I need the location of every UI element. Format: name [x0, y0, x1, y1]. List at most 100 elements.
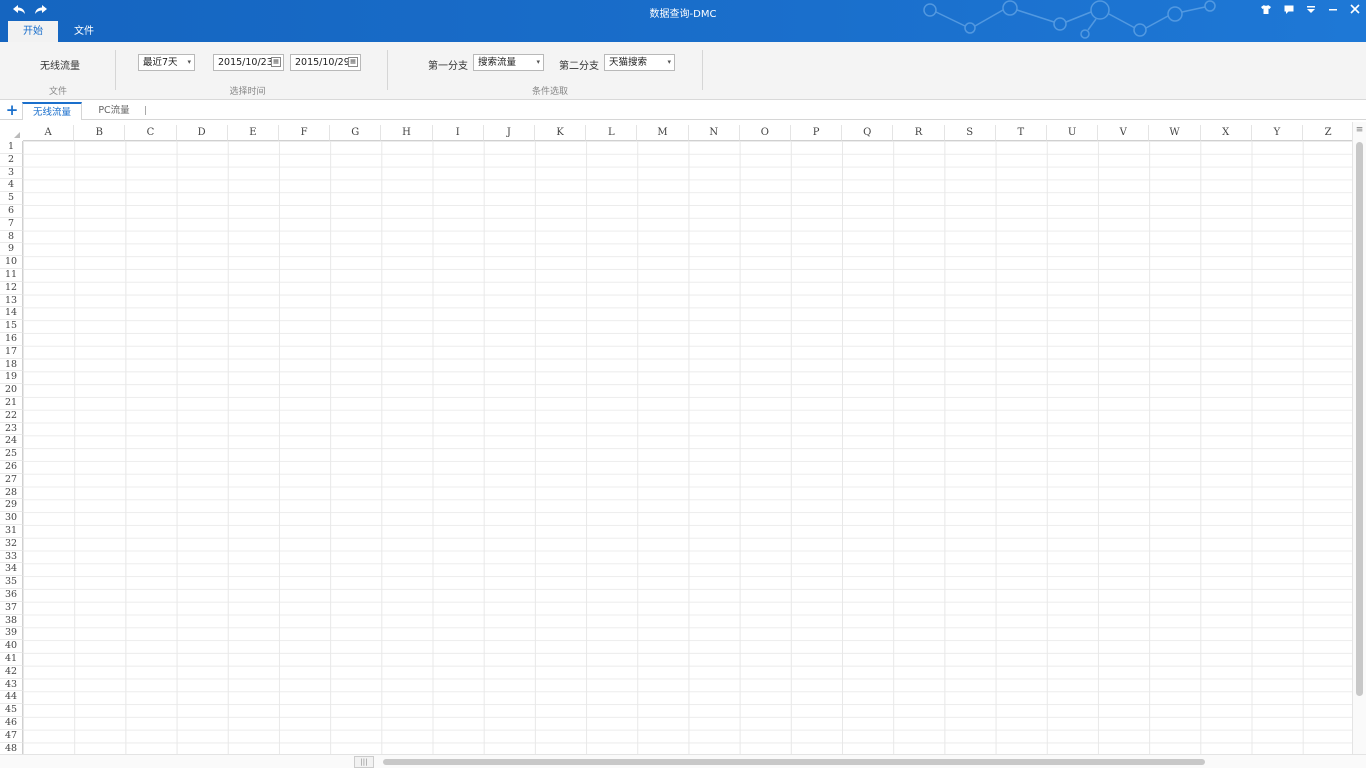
row-header[interactable]: 46: [0, 717, 23, 730]
column-header[interactable]: I: [432, 125, 484, 141]
column-header[interactable]: X: [1200, 125, 1252, 141]
select-all-corner[interactable]: [0, 125, 23, 141]
time-range-select[interactable]: 最近7天 ▾: [138, 54, 195, 71]
row-header[interactable]: 19: [0, 371, 23, 385]
row-header[interactable]: 2: [0, 153, 23, 167]
branch1-select[interactable]: 搜索流量 ▾: [473, 54, 544, 71]
row-header[interactable]: 31: [0, 525, 23, 538]
row-header[interactable]: 34: [0, 563, 23, 577]
column-header[interactable]: K: [535, 125, 587, 141]
row-header[interactable]: 13: [0, 294, 23, 308]
row-header[interactable]: 25: [0, 448, 23, 461]
split-grip-icon[interactable]: |||: [354, 756, 374, 768]
column-header[interactable]: C: [125, 125, 177, 141]
column-header[interactable]: A: [23, 125, 75, 141]
row-header[interactable]: 36: [0, 589, 23, 602]
dropdown-menu-icon[interactable]: [1302, 3, 1320, 19]
calendar-icon[interactable]: ▦: [348, 57, 358, 67]
row-header[interactable]: 4: [0, 179, 23, 193]
row-header[interactable]: 11: [0, 269, 23, 282]
row-header[interactable]: 28: [0, 486, 23, 500]
row-header[interactable]: 47: [0, 729, 23, 743]
column-header[interactable]: Z: [1303, 125, 1352, 141]
row-header[interactable]: 38: [0, 614, 23, 628]
row-header[interactable]: 7: [0, 217, 23, 231]
row-header[interactable]: 15: [0, 320, 23, 333]
sheet-tab-pc[interactable]: PC流量: [92, 102, 136, 120]
row-header[interactable]: 3: [0, 166, 23, 180]
column-header[interactable]: E: [227, 125, 279, 141]
undo-icon[interactable]: [11, 4, 27, 18]
row-header[interactable]: 41: [0, 653, 23, 666]
row-header[interactable]: 12: [0, 281, 23, 295]
row-header[interactable]: 23: [0, 422, 23, 436]
column-header[interactable]: P: [791, 125, 843, 141]
row-header[interactable]: 32: [0, 537, 23, 551]
column-header[interactable]: T: [995, 125, 1047, 141]
row-header[interactable]: 17: [0, 345, 23, 359]
column-header[interactable]: Q: [842, 125, 894, 141]
column-header[interactable]: G: [330, 125, 382, 141]
wireless-traffic-button[interactable]: 无线流量: [40, 57, 80, 72]
column-header[interactable]: B: [74, 125, 126, 141]
column-header[interactable]: U: [1047, 125, 1099, 141]
row-header[interactable]: 26: [0, 461, 23, 474]
cell-area[interactable]: [23, 141, 1352, 754]
branch2-select[interactable]: 天猫搜索 ▾: [604, 54, 675, 71]
column-header[interactable]: F: [279, 125, 331, 141]
column-header[interactable]: S: [944, 125, 996, 141]
skin-icon[interactable]: [1257, 3, 1275, 19]
vertical-scrollbar[interactable]: ≡: [1352, 122, 1366, 754]
column-header[interactable]: H: [381, 125, 433, 141]
end-date-input[interactable]: 2015/10/29 ▦: [290, 54, 361, 71]
row-header[interactable]: 24: [0, 435, 23, 449]
row-header[interactable]: 18: [0, 358, 23, 372]
row-header[interactable]: 14: [0, 307, 23, 321]
column-header[interactable]: M: [637, 125, 689, 141]
column-header[interactable]: Y: [1251, 125, 1303, 141]
start-date-input[interactable]: 2015/10/23 ▦: [213, 54, 284, 71]
minimize-icon[interactable]: [1324, 3, 1342, 19]
column-header[interactable]: L: [586, 125, 638, 141]
vertical-scroll-thumb[interactable]: [1356, 142, 1363, 696]
row-header[interactable]: 10: [0, 256, 23, 269]
calendar-icon[interactable]: ▦: [271, 57, 281, 67]
row-header[interactable]: 35: [0, 576, 23, 589]
row-header[interactable]: 45: [0, 704, 23, 717]
row-header[interactable]: 22: [0, 409, 23, 423]
sheet-tab-wireless[interactable]: 无线流量: [22, 102, 82, 120]
row-header[interactable]: 1: [0, 141, 23, 154]
horizontal-scrollbar[interactable]: |||: [0, 754, 1366, 768]
redo-icon[interactable]: [33, 4, 49, 18]
tab-start[interactable]: 开始: [8, 21, 58, 42]
row-header[interactable]: 20: [0, 384, 23, 397]
horizontal-scroll-thumb[interactable]: [383, 759, 1205, 765]
column-header[interactable]: J: [483, 125, 535, 141]
row-header[interactable]: 27: [0, 473, 23, 487]
row-header[interactable]: 21: [0, 397, 23, 410]
row-header[interactable]: 6: [0, 205, 23, 218]
tab-file[interactable]: 文件: [64, 21, 104, 42]
row-header[interactable]: 9: [0, 243, 23, 257]
column-header[interactable]: D: [176, 125, 228, 141]
row-header[interactable]: 5: [0, 192, 23, 205]
split-menu-icon[interactable]: ≡: [1355, 126, 1364, 135]
row-header[interactable]: 16: [0, 333, 23, 346]
close-icon[interactable]: [1346, 3, 1364, 19]
column-header[interactable]: W: [1149, 125, 1201, 141]
row-header[interactable]: 40: [0, 640, 23, 653]
message-icon[interactable]: [1280, 3, 1298, 19]
column-header[interactable]: R: [893, 125, 945, 141]
row-header[interactable]: 29: [0, 499, 23, 513]
row-header[interactable]: 44: [0, 691, 23, 705]
column-header[interactable]: V: [1098, 125, 1150, 141]
add-sheet-icon[interactable]: +: [5, 100, 19, 120]
row-header[interactable]: 8: [0, 230, 23, 244]
row-header[interactable]: 33: [0, 550, 23, 564]
column-header[interactable]: N: [688, 125, 740, 141]
row-header[interactable]: 30: [0, 512, 23, 525]
row-header[interactable]: 37: [0, 601, 23, 615]
column-header[interactable]: O: [739, 125, 791, 141]
row-header[interactable]: 43: [0, 678, 23, 692]
row-header[interactable]: 48: [0, 742, 23, 754]
